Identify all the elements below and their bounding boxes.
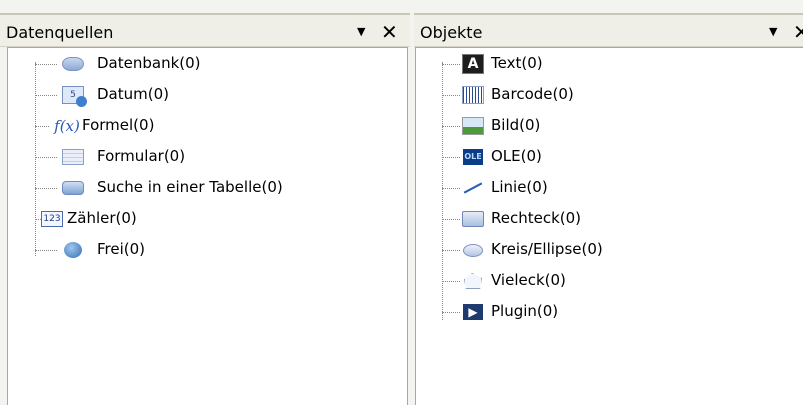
form-icon [62,148,84,166]
tree-item-vieleck[interactable]: Vieleck(0) [416,265,803,297]
formula-icon: f(x) [54,117,80,135]
panel-title: Objekte [420,23,483,42]
close-icon[interactable]: ✕ [381,20,398,44]
tree-item-label: Kreis/Ellipse(0) [491,240,603,258]
tree-item-label: Suche in einer Tabelle(0) [97,178,283,196]
database-icon [62,55,84,73]
tree-item-label: Text(0) [491,54,543,72]
plugin-icon: ▶ [462,303,484,320]
polygon-icon [462,272,484,290]
date-icon: 5 [62,86,87,107]
tree-item-ole[interactable]: OLE OLE(0) [416,141,803,173]
tree-item-barcode[interactable]: Barcode(0) [416,79,803,111]
tree-item-label: Formel(0) [82,116,155,134]
tree-item-label: Barcode(0) [491,85,574,103]
tree-item-rechteck[interactable]: Rechteck(0) [416,203,803,235]
tree-item-plugin[interactable]: ▶ Plugin(0) [416,296,803,320]
tree-item-text[interactable]: A Text(0) [416,48,803,80]
barcode-icon [462,86,484,104]
image-icon [462,117,484,135]
objekte-tree: A Text(0) Barcode(0) Bild(0) OLE OLE(0) [415,47,803,405]
tree-item-formular[interactable]: Formular(0) [8,141,407,173]
tree-item-label: Linie(0) [491,178,548,196]
tree-item-bild[interactable]: Bild(0) [416,110,803,142]
tree-item-label: Rechteck(0) [491,209,582,227]
tree-item-datum[interactable]: 5 Datum(0) [8,79,407,111]
tree-item-linie[interactable]: Linie(0) [416,172,803,204]
tree-item-label: Formular(0) [97,147,186,165]
tree-item-label: Zähler(0) [67,209,137,227]
tree-item-label: OLE(0) [491,147,542,165]
tree-item-frei[interactable]: Frei(0) [8,234,407,266]
tree-item-kreis-ellipse[interactable]: Kreis/Ellipse(0) [416,234,803,266]
table-search-icon [62,179,84,197]
tree-item-label: Plugin(0) [491,302,559,320]
ellipse-icon [462,241,484,259]
tree-item-label: Vieleck(0) [491,271,566,289]
tree-item-datenbank[interactable]: Datenbank(0) [8,48,407,80]
text-icon: A [462,54,484,74]
tree-item-suche-in-einer-tabelle[interactable]: Suche in einer Tabelle(0) [8,172,407,204]
triangle-down-icon[interactable]: ▼ [769,25,777,38]
panel-title: Datenquellen [6,23,114,42]
objekte-header: Objekte ▼ ✕ [414,13,803,47]
tree-item-label: Datenbank(0) [97,54,201,72]
tree-item-formel[interactable]: f(x) Formel(0) [8,110,407,142]
datenquellen-panel: Datenquellen ▼ ✕ Datenbank(0) 5 Datum(0)… [0,13,410,405]
tree-item-label: Bild(0) [491,116,541,134]
triangle-down-icon[interactable]: ▼ [357,25,365,38]
tree-item-zaehler[interactable]: 123 Zähler(0) [8,203,407,235]
objekte-panel: Objekte ▼ ✕ A Text(0) Barcode(0) Bild(0) [414,13,803,405]
line-icon [462,179,484,197]
rectangle-icon [462,210,484,228]
tree-item-label: Datum(0) [97,85,169,103]
free-icon [62,241,84,259]
tree-item-label: Frei(0) [97,240,146,258]
ole-icon: OLE [462,148,484,166]
datenquellen-header: Datenquellen ▼ ✕ [0,13,410,47]
counter-icon: 123 [41,210,63,228]
datenquellen-tree: Datenbank(0) 5 Datum(0) f(x) Formel(0) F… [7,47,408,405]
close-icon[interactable]: ✕ [793,20,803,44]
